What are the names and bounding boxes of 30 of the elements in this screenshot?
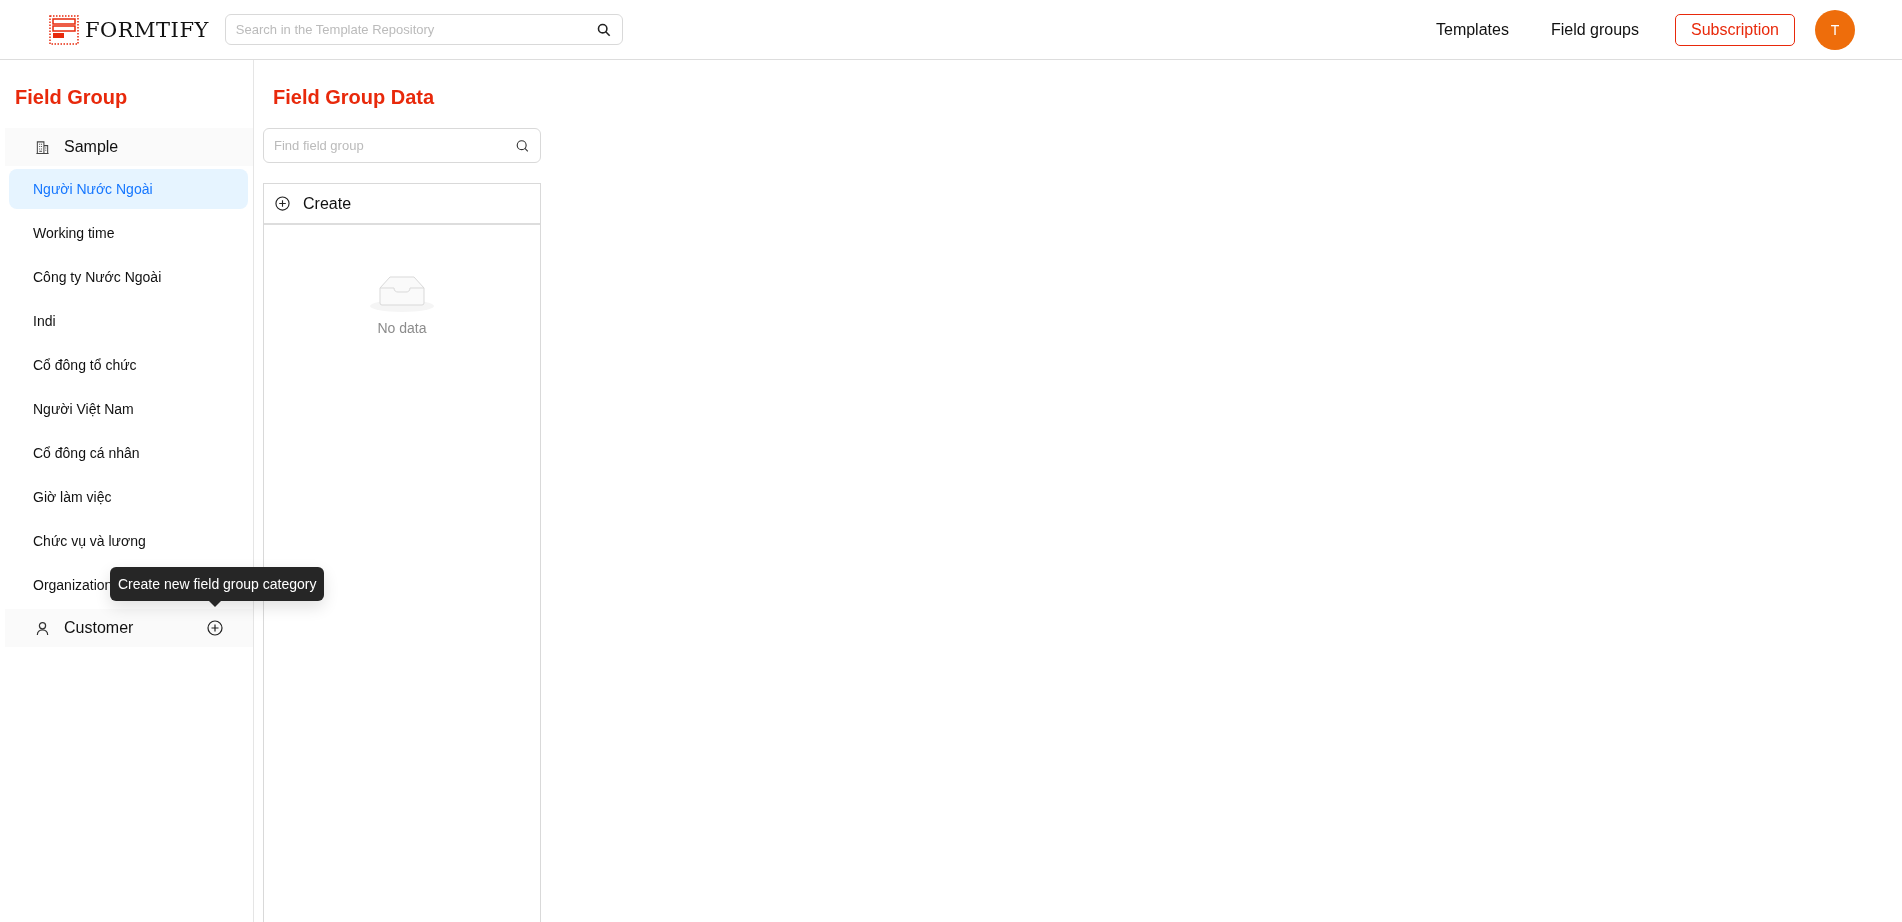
field-group-item[interactable]: Cổ đông tổ chức — [9, 345, 248, 385]
search-icon — [516, 139, 529, 152]
field-group-item[interactable]: Chức vụ và lương — [9, 521, 248, 561]
sidebar-title: Field Group — [15, 86, 129, 109]
user-icon — [35, 620, 50, 636]
search-field[interactable]: Search in the Template Repository — [224, 14, 623, 45]
empty-message: No data — [377, 320, 427, 336]
search-field[interactable]: Find field group — [263, 128, 541, 163]
category-label: Customer — [64, 619, 134, 637]
nav-link[interactable]: Templates — [1436, 20, 1509, 39]
field-group-item[interactable]: Công ty Nước Ngoài — [9, 257, 248, 297]
field-group-item[interactable]: Giờ làm việc — [9, 477, 248, 517]
category-header[interactable]: Customer — [5, 609, 253, 647]
field-group-item[interactable]: Indi — [9, 301, 248, 341]
field-group-item[interactable]: Người Việt Nam — [9, 389, 248, 429]
category-label: Sample — [64, 138, 119, 156]
category-header[interactable]: Sample — [5, 128, 253, 166]
logo-text: FORMTIFY — [85, 17, 209, 42]
search-icon — [596, 22, 611, 37]
add-icon — [275, 196, 290, 211]
field-group-item[interactable]: Working time — [9, 213, 248, 253]
nav-link[interactable]: Field groups — [1550, 20, 1639, 39]
tooltip: Create new field group category — [110, 567, 325, 601]
add-icon[interactable] — [207, 620, 223, 636]
field-group-item[interactable]: Người Nước Ngoài — [9, 169, 248, 209]
panel-title: Field Group Data — [273, 86, 436, 109]
subscription-button[interactable]: Subscription — [1674, 13, 1795, 46]
field-group-item[interactable]: Cổ đông cá nhân — [9, 433, 248, 473]
building-icon — [35, 139, 50, 155]
logo-icon — [49, 14, 79, 45]
